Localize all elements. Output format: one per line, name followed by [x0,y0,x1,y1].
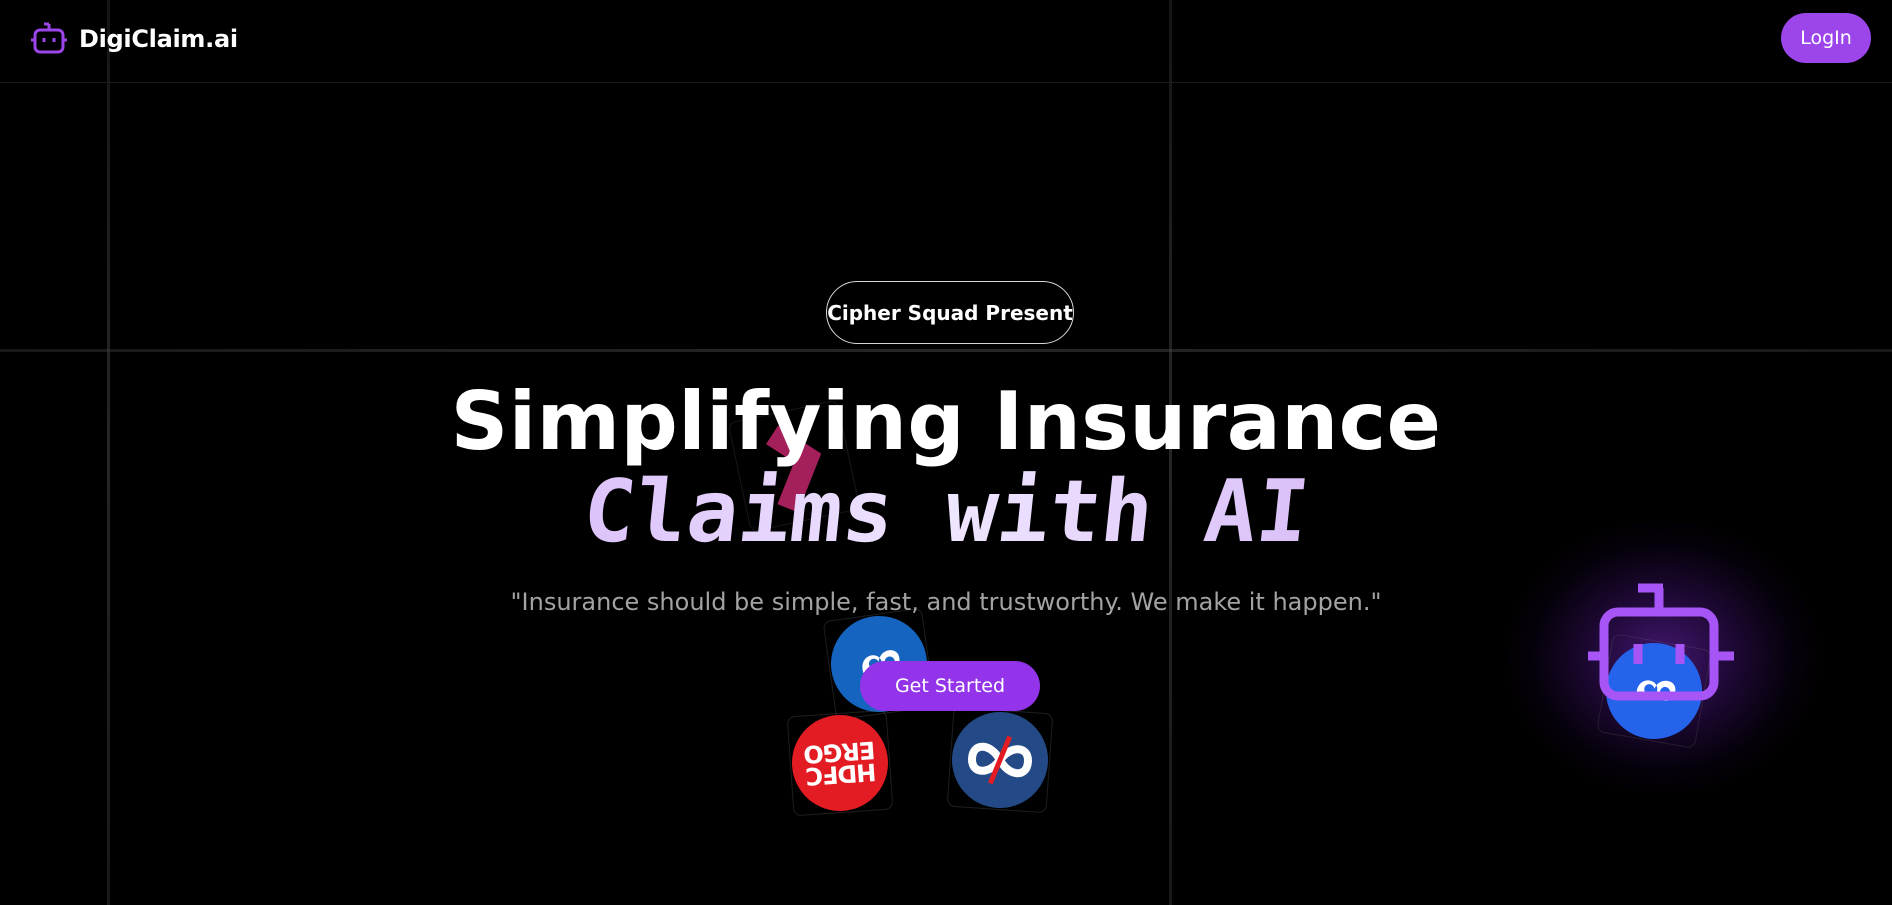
landing-page: DigiClaim.ai LogIn Cipher Squad Present … [0,0,1892,905]
hero-title-highlight: Claims with AI [0,462,1892,562]
hdfc-ergo-wordmark: HDFC ERGO [802,735,877,791]
login-button[interactable]: LogIn [1781,13,1871,63]
presenter-badge: Cipher Squad Present [826,281,1074,344]
insurer-logo-card: HDFC ERGO [786,709,894,817]
robot-icon [1588,583,1734,701]
navbar: DigiClaim.ai LogIn [0,0,1892,83]
robot-icon [31,22,67,54]
get-started-button[interactable]: Get Started [860,661,1040,711]
brand[interactable]: DigiClaim.ai [31,21,238,57]
hdfc-ergo-logo: HDFC ERGO [788,711,892,815]
infinity-logo [948,708,1052,812]
hdfc-line-2: ERGO [802,735,876,769]
hero-title: Simplifying Insurance [450,375,1442,468]
grid-line [0,349,1892,352]
insurer-logo-card [946,706,1054,814]
brand-name: DigiClaim.ai [79,25,238,53]
